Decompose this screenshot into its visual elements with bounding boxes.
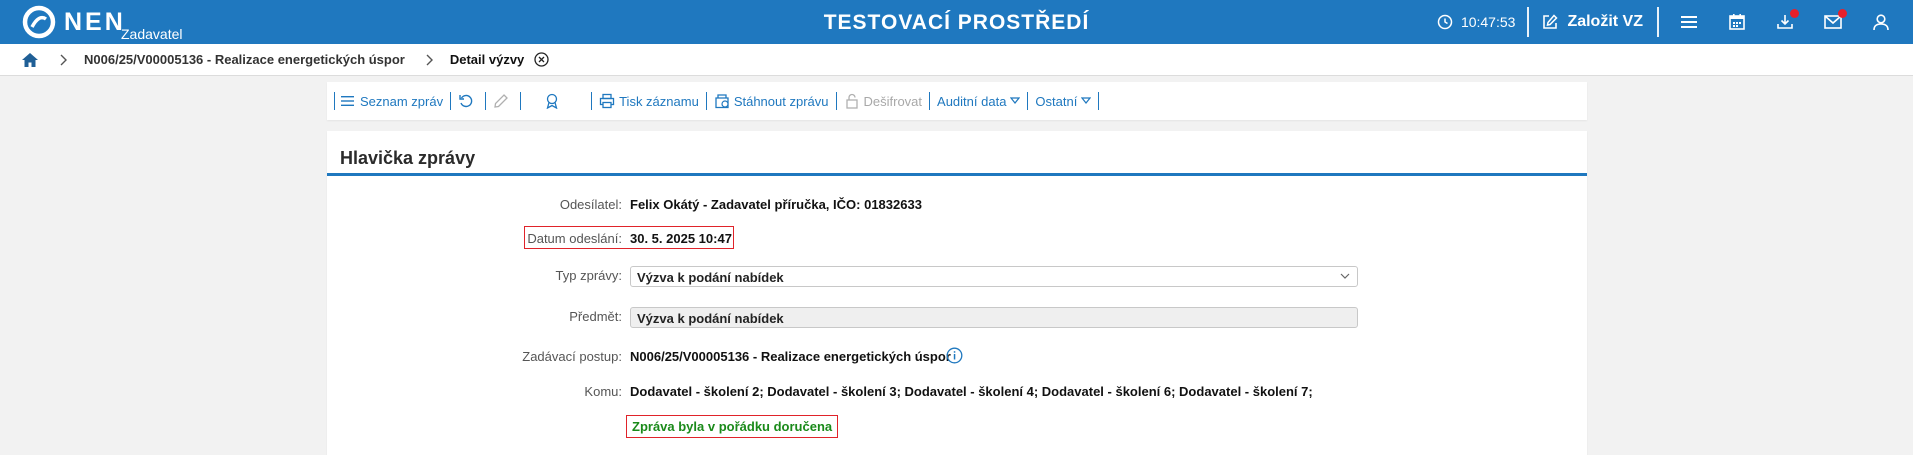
- divider: [485, 92, 487, 110]
- message-type-label: Typ zprávy:: [555, 268, 622, 283]
- print-record-label: Tisk záznamu: [619, 93, 699, 109]
- logo-subtitle: Zadavatel: [121, 26, 183, 42]
- sent-date-value: 30. 5. 2025 10:47: [630, 231, 732, 246]
- message-list-button[interactable]: Seznam zpráv: [340, 94, 443, 109]
- close-icon: [534, 52, 549, 67]
- create-contract-button[interactable]: Založit VZ: [1529, 13, 1657, 31]
- divider: [1098, 92, 1100, 110]
- audit-data-dropdown[interactable]: Auditní data: [937, 93, 1021, 109]
- messages-button[interactable]: [1809, 0, 1857, 44]
- calendar-button[interactable]: [1713, 0, 1761, 44]
- breadcrumb-current: Detail výzvy: [449, 52, 525, 67]
- home-icon: [22, 52, 38, 67]
- subject-value: Výzva k podání nabídek: [637, 311, 784, 326]
- list-icon: [341, 96, 354, 106]
- recipients-value: Dodavatel - školení 2; Dodavatel - škole…: [630, 384, 1313, 399]
- menu-icon: [1681, 16, 1697, 28]
- top-bar: NEN Zadavatel TESTOVACÍ PROSTŘEDÍ 10:47:…: [0, 0, 1913, 44]
- subject-label: Předmět:: [569, 309, 622, 324]
- seal-icon: [546, 93, 558, 109]
- logo-text: NEN: [64, 8, 126, 36]
- nen-logo-icon[interactable]: [22, 5, 56, 39]
- message-toolbar: Seznam zpráv Tisk záznamu Stáhnout zpráv…: [327, 82, 1587, 120]
- audit-data-label: Auditní data: [937, 93, 1007, 109]
- message-type-select[interactable]: Výzva k podání nabídek: [630, 266, 1358, 287]
- panel-divider: [327, 173, 1587, 176]
- clock-icon: [1437, 14, 1453, 30]
- recipients-label: Komu:: [584, 384, 622, 399]
- sender-label: Odesílatel:: [559, 197, 622, 212]
- signature-button[interactable]: [544, 93, 564, 109]
- breadcrumb: N006/25/V00005136 - Realizace energetick…: [0, 44, 1913, 76]
- procedure-value[interactable]: N006/25/V00005136 - Realizace energetick…: [630, 349, 951, 364]
- panel-title: Hlavička zprávy: [340, 148, 476, 168]
- info-icon[interactable]: [946, 347, 963, 364]
- sent-date-label: Datum odeslání:: [527, 231, 622, 246]
- divider: [334, 92, 335, 110]
- divider: [835, 92, 837, 110]
- sender-value: Felix Okátý - Zadavatel příručka, IČO: 0…: [630, 197, 922, 212]
- print-record-button[interactable]: Tisk záznamu: [599, 93, 699, 109]
- breadcrumb-procedure-link[interactable]: N006/25/V00005136 - Realizace energetick…: [84, 52, 405, 67]
- pencil-icon: [494, 94, 509, 108]
- divider: [705, 92, 707, 110]
- divider: [1527, 7, 1530, 37]
- message-header-panel: Hlavička zprávy Odesílatel: Felix Okátý …: [327, 131, 1587, 455]
- decrypt-label: Dešifrovat: [863, 93, 923, 109]
- delivery-status: Zpráva byla v pořádku doručena: [626, 415, 839, 438]
- divider: [591, 92, 593, 110]
- edit-icon: [1543, 14, 1558, 29]
- divider: [1027, 92, 1029, 110]
- menu-button[interactable]: [1665, 0, 1713, 44]
- other-label: Ostatní: [1035, 93, 1078, 109]
- other-dropdown[interactable]: Ostatní: [1035, 93, 1092, 109]
- printer-icon: [599, 93, 615, 109]
- user-icon: [1873, 14, 1889, 31]
- chevron-down-icon: [1081, 97, 1092, 104]
- session-clock: 10:47:53: [1437, 14, 1516, 30]
- message-list-label: Seznam zpráv: [360, 93, 444, 109]
- message-type-value: Výzva k podání nabídek: [637, 270, 784, 285]
- user-button[interactable]: [1857, 0, 1905, 44]
- subject-field: Výzva k podání nabídek: [630, 307, 1358, 328]
- download-message-label: Stáhnout zprávu: [733, 93, 829, 109]
- downloads-button[interactable]: [1761, 0, 1809, 44]
- refresh-button[interactable]: [458, 93, 478, 109]
- top-bar-actions: 10:47:53 Založit VZ: [1437, 0, 1913, 44]
- download-message-button[interactable]: Stáhnout zprávu: [714, 93, 829, 109]
- calendar-icon: [1729, 14, 1745, 30]
- close-tab-button[interactable]: [534, 52, 549, 67]
- divider: [1657, 7, 1659, 37]
- divider: [450, 92, 452, 110]
- procedure-label: Zadávací postup:: [522, 349, 622, 364]
- refresh-icon: [459, 94, 473, 108]
- unlock-icon: [845, 93, 858, 109]
- download-file-icon: [715, 94, 729, 109]
- notification-dot: [1790, 9, 1799, 18]
- divider: [520, 92, 522, 110]
- session-time: 10:47:53: [1460, 14, 1516, 30]
- notification-dot: [1838, 9, 1847, 18]
- chevron-down-icon: [1340, 273, 1350, 279]
- decrypt-button[interactable]: Dešifrovat: [844, 93, 923, 109]
- edit-button[interactable]: [493, 93, 513, 109]
- chevron-right-icon: [425, 54, 433, 66]
- divider: [929, 92, 931, 110]
- create-contract-label: Založit VZ: [1567, 13, 1643, 30]
- home-link[interactable]: [21, 52, 39, 68]
- chevron-right-icon: [59, 54, 67, 66]
- chevron-down-icon: [1010, 97, 1021, 104]
